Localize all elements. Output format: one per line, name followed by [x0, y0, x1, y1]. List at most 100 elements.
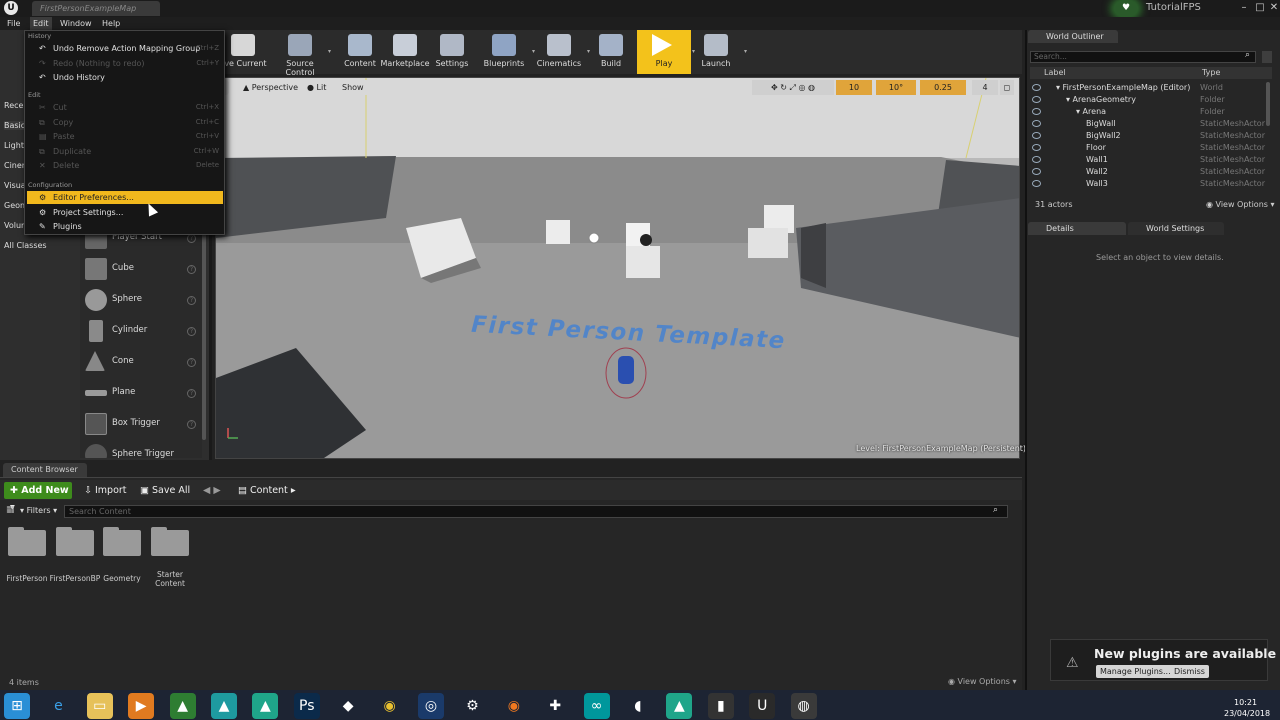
menu-item-edit-2[interactable]: ▤ Paste Ctrl+V — [27, 130, 223, 143]
outliner-row[interactable]: ▾ Arena Folder — [1030, 106, 1262, 118]
start-icon[interactable]: ⊞ — [4, 693, 30, 719]
help-icon[interactable]: ? — [187, 265, 196, 274]
build-button[interactable]: Build▾ — [584, 30, 642, 74]
col-label[interactable]: Label — [1044, 67, 1066, 79]
menu-item-config-1[interactable]: ⚙ Project Settings... — [27, 206, 223, 219]
place-item-plane[interactable]: Plane ? — [80, 379, 202, 409]
menu-window[interactable]: Window — [57, 17, 95, 30]
menu-help[interactable]: Help — [99, 17, 123, 30]
content-browser-tab[interactable]: Content Browser — [3, 463, 87, 477]
source-control-button[interactable]: Source Control ▾ — [273, 30, 331, 77]
unreal-icon[interactable]: U — [749, 693, 776, 719]
rotation-snap-button[interactable]: 10° — [876, 80, 916, 95]
obs-icon[interactable]: ◍ — [790, 693, 817, 719]
outliner-scrollbar[interactable] — [1266, 82, 1270, 126]
folder-first-person-bp[interactable] — [56, 527, 94, 556]
nav-back-forward-icon[interactable]: ◀ ▶ — [203, 482, 221, 499]
launch-button[interactable]: Launch ▾ — [689, 30, 747, 74]
app6-icon[interactable]: ▲ — [666, 693, 693, 719]
col-type[interactable]: Type — [1202, 67, 1220, 79]
media-icon[interactable]: ▶ — [128, 693, 155, 719]
sources-toggle-icon[interactable]: ▦ — [6, 505, 15, 515]
outliner-row[interactable]: Wall1 StaticMeshActor — [1030, 154, 1265, 166]
close-button[interactable]: ✕ — [1266, 0, 1280, 16]
play-button[interactable]: Play ▾ — [637, 30, 695, 74]
place-item-sphere[interactable]: Sphere ? — [80, 286, 202, 316]
marketplace-button[interactable]: Marketplace — [378, 30, 432, 74]
menu-item-edit-0[interactable]: ✂ Cut Ctrl+X — [27, 101, 223, 114]
help-icon[interactable]: ? — [187, 327, 196, 336]
settings-button[interactable]: Settings — [425, 30, 479, 74]
app3-icon[interactable]: ▲ — [252, 693, 279, 719]
help-icon[interactable]: ? — [187, 234, 196, 243]
details-tab[interactable]: Details — [1028, 222, 1126, 235]
help-icon[interactable]: ? — [187, 296, 196, 305]
caret-down-icon[interactable]: ▾ — [328, 48, 331, 55]
menu-edit[interactable]: Edit — [30, 17, 52, 30]
place-item-cube[interactable]: Cube ? — [80, 255, 202, 285]
visibility-eye-icon[interactable] — [1032, 96, 1041, 103]
minimize-button[interactable]: – — [1236, 0, 1252, 16]
place-item-sphere-trigger[interactable]: Sphere Trigger — [80, 441, 202, 458]
import-button[interactable]: ⇩ Import — [84, 482, 127, 499]
menu-item-edit-3[interactable]: ⧉ Duplicate Ctrl+W — [27, 145, 223, 158]
outliner-search-input[interactable]: Search... — [1030, 51, 1256, 63]
place-list-scrollbar[interactable] — [202, 230, 206, 440]
menu-item-config-0[interactable]: ⚙ Editor Preferences... — [27, 191, 223, 204]
scale-snap-button[interactable]: 0.25 — [920, 80, 966, 95]
transform-tools[interactable]: ✥ ↻ ⤢ ◎ ◍ — [752, 80, 834, 95]
place-item-cone[interactable]: Cone ? — [80, 348, 202, 378]
world-settings-tab[interactable]: World Settings — [1128, 222, 1224, 235]
outliner-row[interactable]: Wall3 StaticMeshActor — [1030, 178, 1265, 190]
visibility-eye-icon[interactable] — [1032, 120, 1041, 127]
place-item-box-trigger[interactable]: Box Trigger ? — [80, 410, 202, 440]
gamepad-icon[interactable]: ✚ — [542, 693, 568, 719]
menu-item-history-1[interactable]: ↷ Redo (Nothing to redo) Ctrl+Y — [27, 57, 223, 70]
level-viewport[interactable]: First Person Template — [215, 77, 1020, 459]
visibility-eye-icon[interactable] — [1032, 180, 1041, 187]
cinematics-button[interactable]: Cinematics ▾ — [532, 30, 590, 74]
app7-icon[interactable]: ▮ — [707, 693, 734, 719]
menu-file[interactable]: File — [4, 17, 23, 30]
outliner-row[interactable]: ▾ FirstPersonExampleMap (Editor) World — [1030, 82, 1262, 94]
chrome-icon[interactable]: ◉ — [377, 693, 403, 719]
show-button[interactable]: Show — [337, 80, 369, 95]
app4-icon[interactable]: ◎ — [418, 693, 444, 719]
content-view-options-button[interactable]: ◉ View Options ▾ — [948, 677, 1017, 686]
content-search-input[interactable]: Search Content — [64, 505, 1008, 518]
menu-item-edit-4[interactable]: ✕ Delete Delete — [27, 159, 223, 172]
folder-first-person[interactable] — [8, 527, 46, 556]
map-tab[interactable]: FirstPersonExampleMap — [32, 1, 160, 16]
outliner-row[interactable]: Wall2 StaticMeshActor — [1030, 166, 1265, 178]
add-new-button[interactable]: ✚ Add New ▾ — [4, 482, 72, 513]
outliner-row[interactable]: ▾ ArenaGeometry Folder — [1030, 94, 1262, 106]
visibility-eye-icon[interactable] — [1032, 132, 1041, 139]
visibility-eye-icon[interactable] — [1032, 168, 1041, 175]
grid-snap-button[interactable]: 10 — [836, 80, 872, 95]
firefox-icon[interactable]: ◉ — [501, 693, 527, 719]
caret-down-icon[interactable]: ▾ — [744, 48, 747, 55]
help-icon[interactable]: ? — [187, 420, 196, 429]
folder-starter-content[interactable] — [151, 527, 189, 556]
photoshop-icon[interactable]: Ps — [293, 693, 320, 719]
lit-button[interactable]: ● Lit — [302, 80, 332, 95]
save-all-button[interactable]: ▣ Save All — [140, 482, 190, 499]
filters-button[interactable]: ▾ Filters ▾ — [20, 504, 62, 518]
visibility-eye-icon[interactable] — [1032, 156, 1041, 163]
outliner-filter-icon[interactable] — [1262, 51, 1272, 63]
help-icon[interactable]: ? — [187, 389, 196, 398]
world-outliner-tab[interactable]: World Outliner — [1028, 30, 1118, 43]
outliner-row[interactable]: Floor StaticMeshActor — [1030, 142, 1265, 154]
perspective-button[interactable]: ▲ Perspective — [238, 80, 304, 95]
outliner-view-options-button[interactable]: ◉ View Options ▾ — [1206, 200, 1275, 209]
menu-item-history-2[interactable]: ↶ Undo History — [27, 71, 223, 84]
unity-icon[interactable]: ◆ — [335, 693, 361, 719]
visibility-eye-icon[interactable] — [1032, 108, 1041, 115]
menu-item-history-0[interactable]: ↶ Undo Remove Action Mapping Group Ctrl+Z — [27, 42, 223, 55]
help-icon[interactable]: ? — [187, 358, 196, 367]
folder-geometry[interactable] — [103, 527, 141, 556]
app-icon[interactable]: ▲ — [169, 693, 196, 719]
visibility-eye-icon[interactable] — [1032, 84, 1041, 91]
maximize-viewport-icon[interactable]: ◻ — [1000, 80, 1014, 95]
mode-tab-all-classes[interactable]: All Classes — [4, 241, 64, 250]
